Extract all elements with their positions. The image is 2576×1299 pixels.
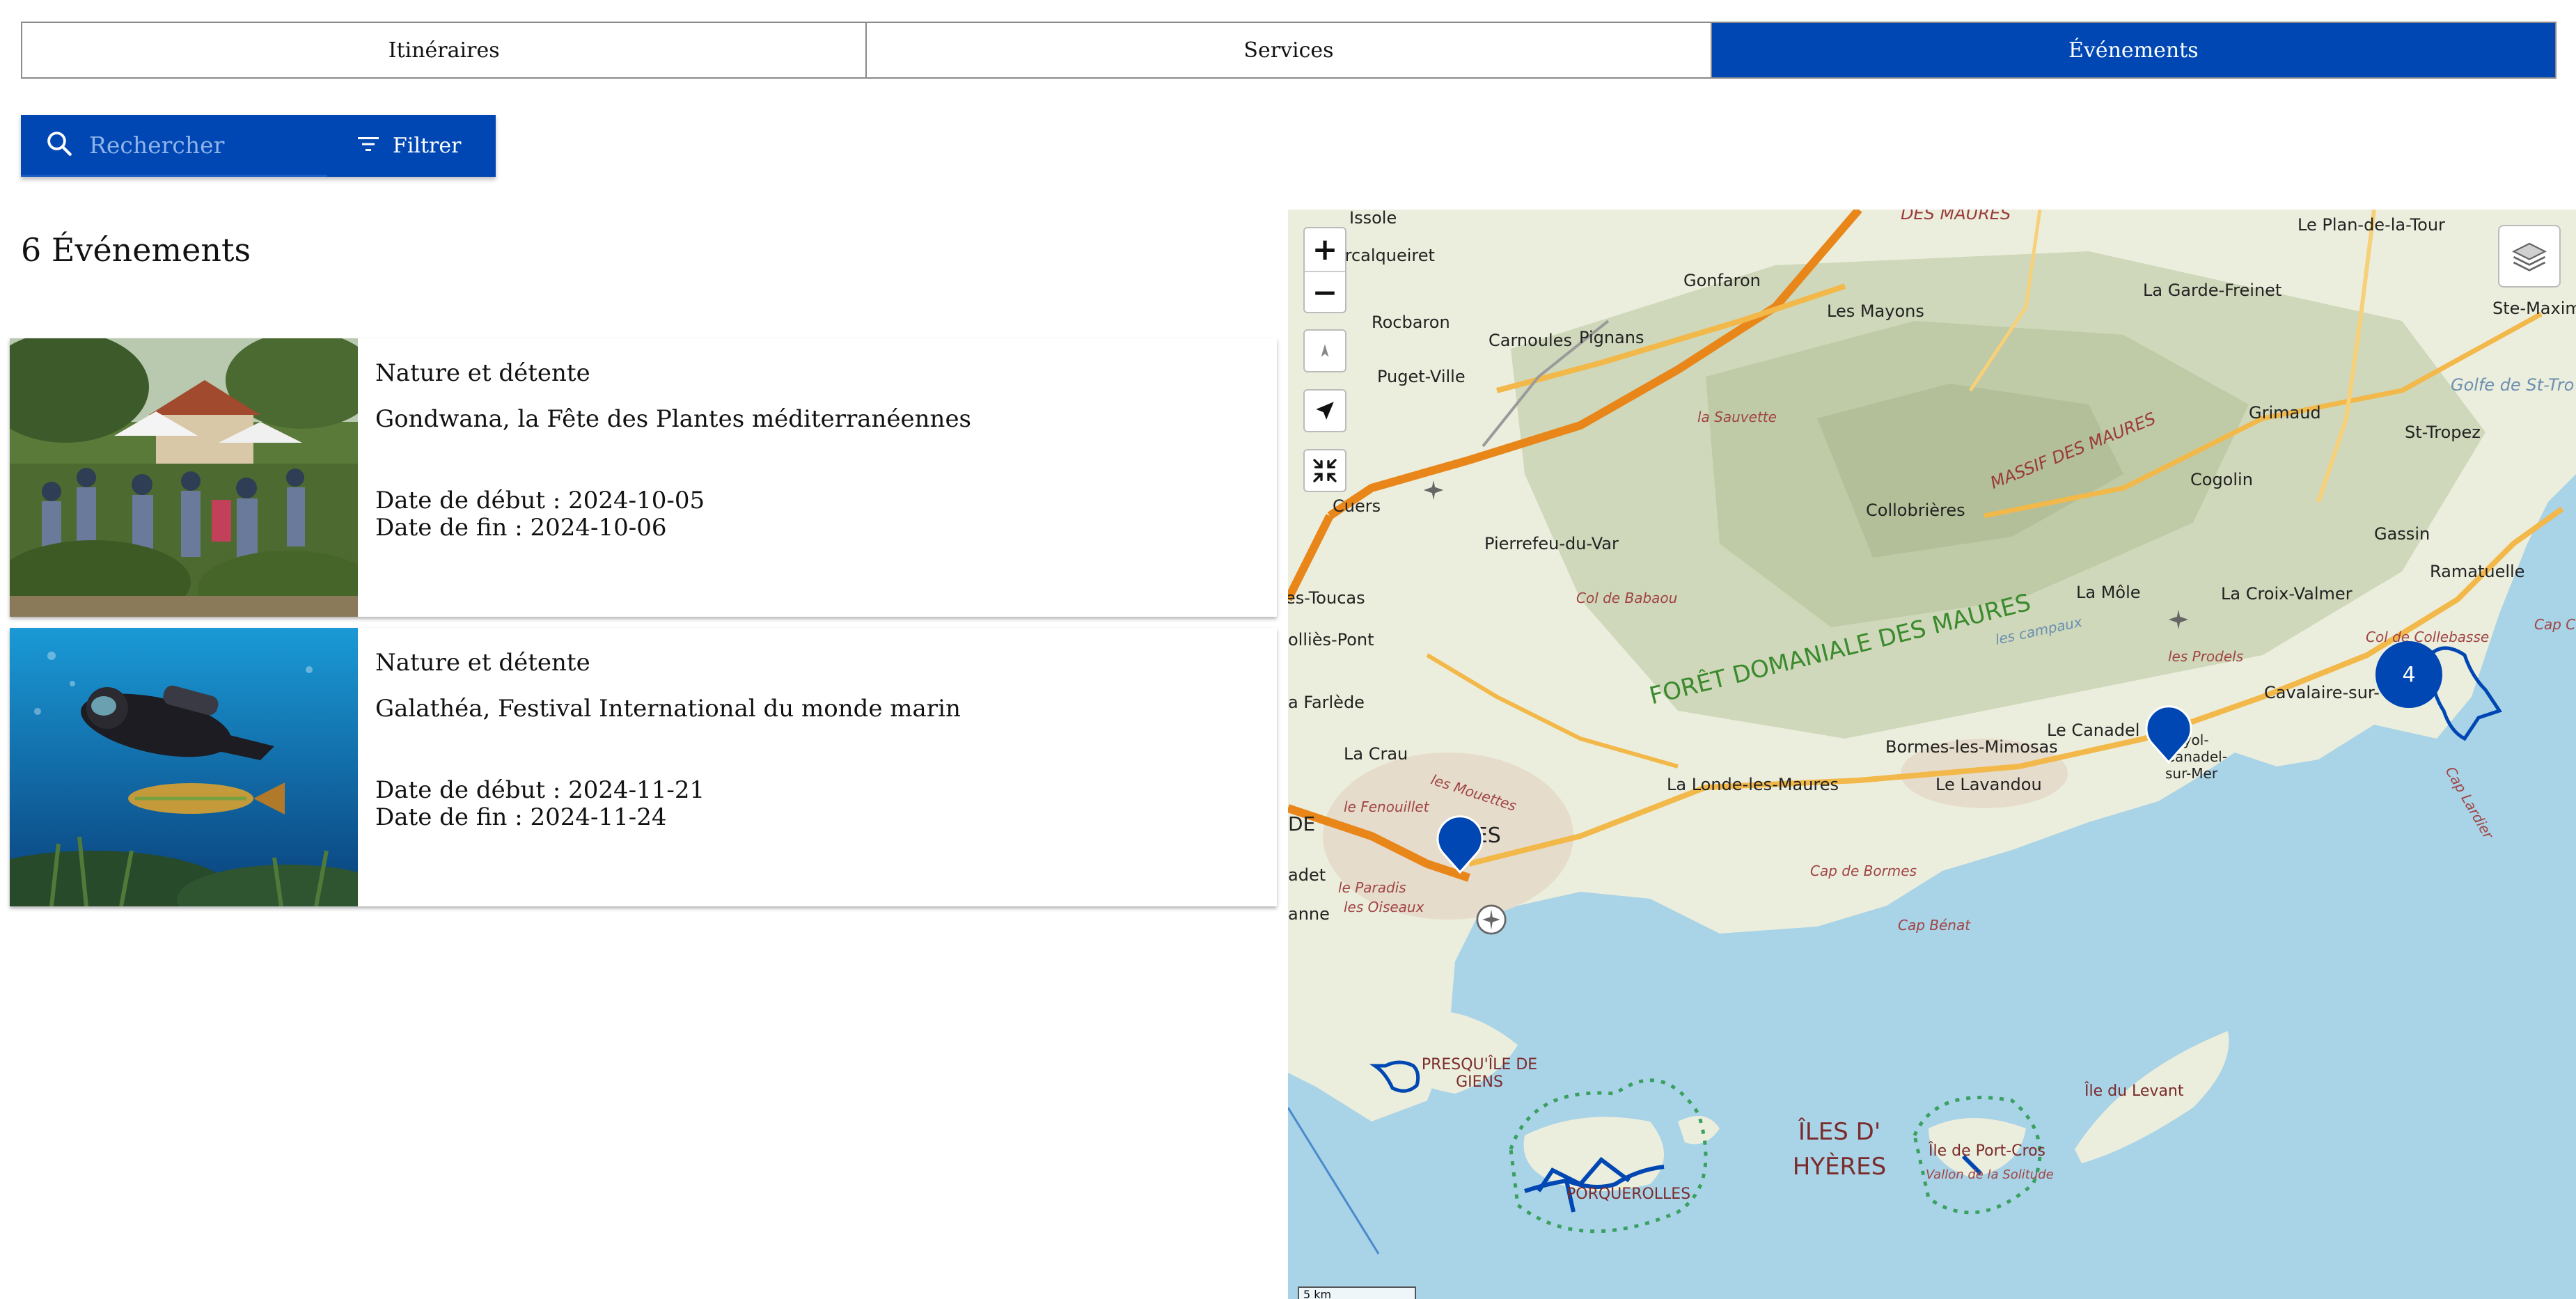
map-label: anne — [1288, 904, 1330, 924]
layers-icon — [2511, 242, 2547, 271]
map-label: Ramatuelle — [2430, 562, 2525, 581]
event-end-date: Date de fin : 2024-11-24 — [375, 803, 667, 831]
zoom-out-button[interactable]: − — [1305, 271, 1345, 313]
event-category: Nature et détente — [375, 649, 590, 677]
section-tabs: Itinéraires Services Événements — [21, 22, 2557, 79]
map-label: Le Plan-de-la-Tour — [2298, 215, 2445, 235]
event-card[interactable]: Nature et détente Gondwana, la Fête des … — [10, 338, 1277, 617]
filter-label: Filtrer — [393, 134, 462, 158]
collapse-icon — [1313, 459, 1337, 482]
event-marker[interactable] — [1436, 814, 1484, 876]
map-label: Collobrières — [1866, 501, 1965, 520]
navigation-arrow-icon — [1316, 402, 1334, 420]
map-label: Le Canadel — [2047, 721, 2140, 740]
map-label: La Crau — [1344, 744, 1408, 764]
marker-cluster[interactable]: 4 — [2375, 641, 2442, 708]
map-label: Ste-Maxim — [2492, 299, 2576, 318]
event-start-date: Date de début : 2024-11-21 — [375, 776, 705, 804]
map-label: Bormes-les-Mimosas — [1885, 737, 2058, 757]
event-start-date: Date de début : 2024-10-05 — [375, 487, 705, 514]
layers-button[interactable] — [2498, 225, 2561, 288]
search-box — [21, 115, 327, 177]
map-label: La Londe-les-Maures — [1667, 775, 1839, 794]
map-label: es-Toucas — [1288, 588, 1365, 608]
map-label: Golfe de St-Tro — [2451, 375, 2575, 395]
map-label: Pierrefeu-du-Var — [1484, 534, 1619, 553]
map-label: Cuers — [1333, 496, 1381, 516]
map-label: Col de Babaou — [1576, 590, 1678, 606]
map-label: Cogolin — [2190, 470, 2253, 489]
map-label: Île du Levant — [2084, 1082, 2184, 1100]
map-label: a Farlède — [1288, 693, 1365, 712]
zoom-in-button[interactable]: + — [1305, 228, 1345, 271]
map-label: Puget-Ville — [1377, 367, 1466, 386]
map-label: les Prodels — [2168, 648, 2244, 665]
map-label: les Oiseaux — [1344, 899, 1424, 915]
filter-icon — [358, 134, 379, 158]
map-label: PRESQU'ÎLE DE GIENS — [1421, 1056, 1538, 1091]
map-label: Gonfaron — [1683, 271, 1761, 290]
compass-icon — [1321, 344, 1329, 357]
filter-button[interactable]: Filtrer — [327, 115, 462, 177]
zoom-control: + − — [1303, 227, 1346, 313]
map-label: Gassin — [2374, 524, 2430, 544]
map-label: olliès-Pont — [1288, 630, 1374, 650]
event-dates: Date de début : 2024-10-05 Date de fin :… — [375, 487, 971, 542]
map-label: Pignans — [1579, 328, 1644, 347]
map-label: Cap Cam — [2534, 616, 2576, 633]
event-title[interactable]: Gondwana, la Fête des Plantes méditerran… — [375, 405, 971, 433]
map-label: adet — [1288, 865, 1326, 885]
map-label: Vallon de la Solitude — [1926, 1167, 2054, 1182]
scuba-diver-photo — [10, 628, 358, 906]
map-label: Cavalaire-sur- — [2264, 683, 2380, 702]
map-label: Rocbaron — [1372, 313, 1450, 332]
event-end-date: Date de fin : 2024-10-06 — [375, 514, 667, 542]
event-dates: Date de début : 2024-11-21 Date de fin :… — [375, 777, 961, 831]
map-label: La Croix-Valmer — [2221, 584, 2353, 604]
tab-evenements[interactable]: Événements — [1710, 23, 2555, 77]
map-label: la Sauvette — [1697, 409, 1777, 425]
reset-north-button[interactable] — [1303, 329, 1346, 372]
airport-icon — [1476, 904, 1507, 938]
garden-festival-photo — [10, 338, 358, 617]
search-input[interactable] — [89, 131, 319, 159]
map-label: Cap Bénat — [1898, 917, 1971, 934]
event-card[interactable]: Nature et détente Galathéa, Festival Int… — [10, 628, 1277, 906]
airfield-icon — [2167, 608, 2190, 634]
search-filter-bar: Filtrer — [21, 115, 496, 177]
locate-me-button[interactable] — [1303, 389, 1346, 432]
event-marker[interactable] — [2144, 704, 2193, 766]
map-view[interactable]: Issole Forcalqueiret Rocbaron Carnoules … — [1288, 210, 2576, 1299]
map-label: Issole — [1349, 210, 1397, 228]
map-label: PORQUEROLLES — [1566, 1186, 1691, 1203]
map-label: Le Lavandou — [1935, 775, 2042, 794]
map-label: Île de Port-Cros — [1929, 1142, 2046, 1160]
map-label: DES MAURES — [1901, 210, 2011, 223]
search-icon — [45, 129, 74, 161]
map-scale: 5 km — [1298, 1286, 1416, 1299]
map-label: DE — [1288, 812, 1316, 835]
event-card-body: Nature et détente Galathéa, Festival Int… — [358, 628, 961, 906]
map-label: Les Mayons — [1827, 301, 1924, 321]
tab-services[interactable]: Services — [865, 23, 1711, 77]
map-label: le Paradis — [1338, 879, 1406, 896]
exit-fullscreen-button[interactable] — [1303, 449, 1346, 492]
event-category: Nature et détente — [375, 359, 590, 387]
map-label: La Garde-Freinet — [2143, 281, 2282, 300]
results-count: 6 Événements — [21, 231, 251, 269]
map-label: le Fenouillet — [1344, 798, 1429, 815]
tab-itineraires[interactable]: Itinéraires — [22, 23, 866, 77]
map-label: St-Tropez — [2405, 423, 2481, 442]
map-label: Carnoules — [1489, 331, 1572, 350]
map-label: Grimaud — [2249, 403, 2321, 423]
map-label: La Môle — [2076, 583, 2141, 602]
event-title[interactable]: Galathéa, Festival International du mond… — [375, 695, 961, 723]
event-card-body: Nature et détente Gondwana, la Fête des … — [358, 338, 971, 617]
map-label: Cap de Bormes — [1810, 863, 1917, 879]
airfield-icon — [1422, 478, 1445, 505]
map-label: Col de Collebasse — [2366, 629, 2490, 645]
map-label: ÎLES D' HYÈRES — [1792, 1118, 1887, 1181]
